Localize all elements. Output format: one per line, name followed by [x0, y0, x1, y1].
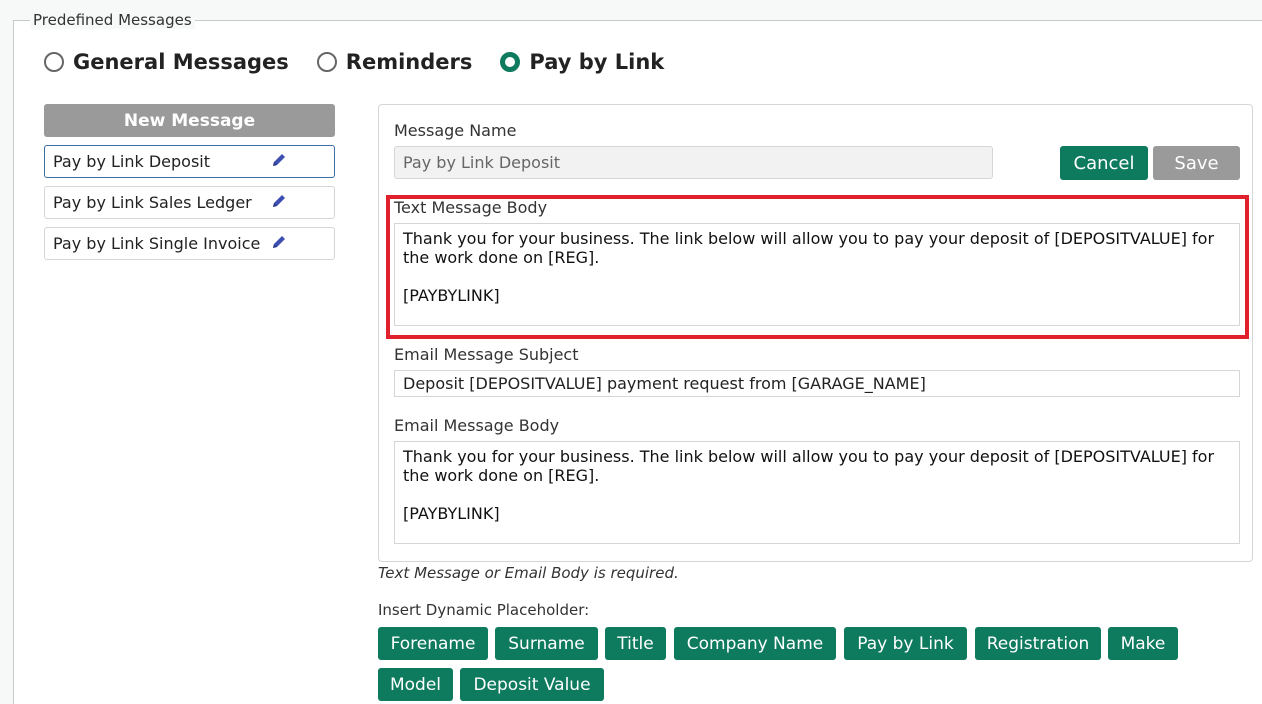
radio-label: Pay by Link: [529, 50, 665, 74]
message-list-item[interactable]: Pay by Link Sales Ledger: [44, 186, 335, 219]
cancel-button[interactable]: Cancel: [1060, 146, 1148, 180]
message-list-item[interactable]: Pay by Link Single Invoice: [44, 227, 335, 260]
placeholder-chip-company-name[interactable]: Company Name: [674, 627, 836, 660]
placeholder-chip-title[interactable]: Title: [605, 627, 666, 660]
pencil-icon[interactable]: [270, 192, 288, 214]
required-note: Text Message or Email Body is required.: [378, 564, 679, 582]
text-body-textarea[interactable]: Thank you for your business. The link be…: [394, 223, 1240, 326]
radio-unchecked-icon[interactable]: [44, 52, 64, 72]
placeholder-chip-deposit-value[interactable]: Deposit Value: [460, 668, 604, 701]
placeholder-chip-registration[interactable]: Registration: [975, 627, 1101, 660]
email-subject-label: Email Message Subject: [394, 345, 579, 364]
save-button[interactable]: Save: [1153, 146, 1240, 180]
radio-reminders[interactable]: Reminders: [316, 50, 473, 74]
message-item-label: Pay by Link Deposit: [53, 152, 211, 171]
radio-label: General Messages: [73, 50, 289, 74]
text-body-label: Text Message Body: [394, 198, 548, 217]
radio-pay-by-link[interactable]: Pay by Link: [500, 50, 664, 74]
email-subject-input[interactable]: Deposit [DEPOSITVALUE] payment request f…: [394, 370, 1240, 397]
radio-general-messages[interactable]: General Messages: [44, 50, 289, 74]
placeholder-label: Insert Dynamic Placeholder:: [378, 601, 590, 619]
radio-checked-icon[interactable]: [500, 52, 521, 72]
placeholder-chip-make[interactable]: Make: [1108, 627, 1178, 660]
radio-label: Reminders: [345, 50, 473, 74]
fieldset-legend: Predefined Messages: [30, 11, 195, 29]
message-item-label: Pay by Link Single Invoice: [53, 234, 261, 253]
pencil-icon[interactable]: [270, 233, 288, 255]
message-item-label: Pay by Link Sales Ledger: [53, 193, 252, 212]
message-list-item[interactable]: Pay by Link Deposit: [44, 145, 335, 178]
placeholder-chip-pay-by-link[interactable]: Pay by Link: [844, 627, 967, 660]
placeholder-chip-surname[interactable]: Surname: [495, 627, 598, 660]
message-name-value: Pay by Link Deposit: [403, 153, 561, 172]
email-body-textarea[interactable]: Thank you for your business. The link be…: [394, 441, 1240, 544]
pencil-icon[interactable]: [270, 151, 288, 173]
placeholder-chip-model[interactable]: Model: [378, 668, 453, 701]
email-subject-value: Deposit [DEPOSITVALUE] payment request f…: [403, 374, 926, 393]
email-body-label: Email Message Body: [394, 416, 560, 435]
message-name-label: Message Name: [394, 121, 517, 140]
placeholder-chip-forename[interactable]: Forename: [378, 627, 488, 660]
message-type-radio-group: General Messages Reminders Pay by Link: [44, 50, 692, 74]
new-message-button[interactable]: New Message: [44, 104, 335, 137]
message-name-input[interactable]: Pay by Link Deposit: [394, 146, 993, 179]
radio-unchecked-icon[interactable]: [316, 52, 337, 72]
